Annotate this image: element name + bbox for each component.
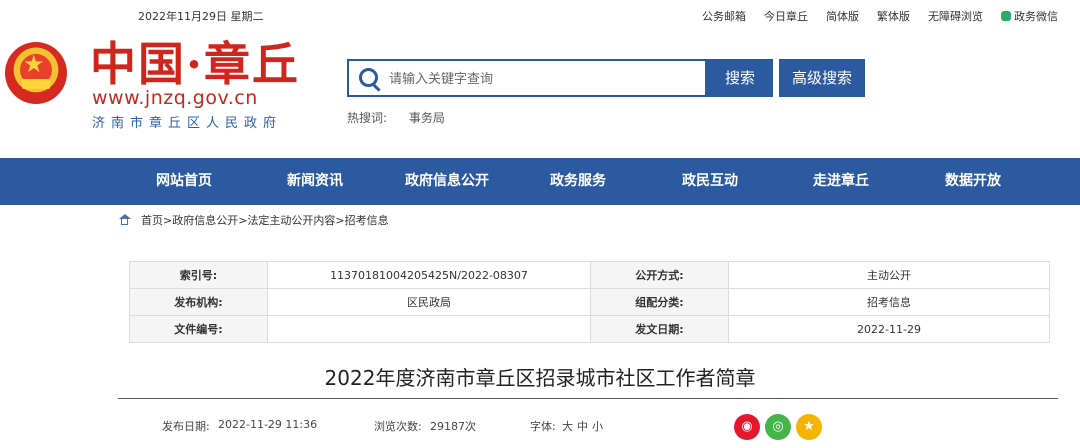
view-count-label: 浏览次数: — [374, 420, 422, 433]
link-mailbox[interactable]: 公务邮箱 — [702, 8, 746, 24]
wechat-label: 政务微信 — [1014, 10, 1058, 23]
hot-search: 热搜词: 事务局 — [347, 109, 445, 126]
link-simplified[interactable]: 简体版 — [826, 8, 859, 24]
font-size-large[interactable]: 大 — [562, 418, 573, 434]
meta-key: 索引号: — [129, 261, 268, 289]
nav-item-news[interactable]: 新闻资讯 — [287, 158, 343, 205]
search-icon — [359, 68, 378, 87]
meta-key: 发文日期: — [590, 315, 729, 343]
nav-item-interaction[interactable]: 政民互动 — [682, 158, 738, 205]
weibo-share-icon[interactable]: ◉ — [734, 414, 760, 440]
font-size-label: 字体: — [530, 420, 556, 433]
current-date: 2022年11月29日 星期二 — [138, 10, 264, 23]
nav-item-open-data[interactable]: 数据开放 — [945, 158, 1001, 205]
meta-value: 主动公开 — [728, 261, 1050, 289]
table-row: 发布机构: 区民政局 组配分类: 招考信息 — [129, 288, 1050, 316]
font-size-small[interactable]: 小 — [592, 418, 603, 434]
hot-search-label: 热搜词: — [347, 111, 388, 125]
breadcrumb-path[interactable]: 首页>政府信息公开>法定主动公开内容>招考信息 — [141, 214, 389, 227]
search-box — [347, 59, 707, 97]
link-traditional[interactable]: 繁体版 — [877, 8, 910, 24]
nav-item-home[interactable]: 网站首页 — [156, 158, 212, 205]
view-count: 29187次 — [430, 420, 476, 433]
meta-value: 11370181004205425N/2022-08307 — [267, 261, 591, 289]
hot-keyword[interactable]: 事务局 — [409, 111, 445, 125]
wechat-share-icon[interactable]: ◎ — [765, 414, 791, 440]
article-title: 2022年度济南市章丘区招录城市社区工作者简章 — [324, 366, 756, 390]
meta-key: 公开方式: — [590, 261, 729, 289]
meta-key: 发布机构: — [129, 288, 268, 316]
link-today-zhangqiu[interactable]: 今日章丘 — [764, 8, 808, 24]
home-icon[interactable] — [118, 214, 131, 225]
nav-item-about[interactable]: 走进章丘 — [813, 158, 869, 205]
publish-date: 2022-11-29 11:36 — [218, 418, 318, 431]
meta-value: 区民政局 — [267, 288, 591, 316]
wechat-icon — [1001, 11, 1011, 21]
search-button[interactable]: 搜索 — [707, 59, 773, 97]
table-row: 文件编号: 发文日期: 2022-11-29 — [129, 315, 1050, 343]
nav-item-services[interactable]: 政务服务 — [550, 158, 606, 205]
search-input[interactable] — [387, 61, 701, 97]
top-links: 公务邮箱 今日章丘 简体版 繁体版 无障碍浏览 政务微信 — [684, 8, 1058, 24]
site-url: www.jnzq.gov.cn — [92, 87, 258, 109]
main-nav: 网站首页 新闻资讯 政府信息公开 政务服务 政民互动 走进章丘 数据开放 — [0, 158, 1080, 205]
national-emblem-icon[interactable]: ★ — [5, 42, 67, 104]
site-subtitle: 济南市章丘区人民政府 — [92, 116, 283, 131]
nav-item-gov-info[interactable]: 政府信息公开 — [405, 158, 489, 205]
link-accessibility[interactable]: 无障碍浏览 — [928, 8, 983, 24]
meta-value — [267, 315, 591, 343]
meta-value: 2022-11-29 — [728, 315, 1050, 343]
favorite-star-icon[interactable]: ★ — [796, 414, 822, 440]
meta-key: 文件编号: — [129, 315, 268, 343]
table-row: 索引号: 11370181004205425N/2022-08307 公开方式:… — [129, 261, 1050, 289]
publish-date-label: 发布日期: — [162, 420, 210, 433]
title-divider — [118, 398, 1058, 399]
top-bar: 2022年11月29日 星期二 公务邮箱 今日章丘 简体版 繁体版 无障碍浏览 … — [0, 0, 1080, 30]
link-wechat[interactable]: 政务微信 — [1001, 8, 1058, 24]
advanced-search-button[interactable]: 高级搜索 — [779, 59, 865, 97]
site-logo-title[interactable]: 中国·章丘 — [90, 38, 300, 90]
breadcrumb: 首页>政府信息公开>法定主动公开内容>招考信息 — [118, 212, 389, 228]
document-meta-table: 索引号: 11370181004205425N/2022-08307 公开方式:… — [129, 261, 1050, 343]
font-size-medium[interactable]: 中 — [577, 418, 588, 434]
meta-value: 招考信息 — [728, 288, 1050, 316]
meta-key: 组配分类: — [590, 288, 729, 316]
site-header: ★ 中国·章丘 www.jnzq.gov.cn 济南市章丘区人民政府 搜索 高级… — [0, 30, 1080, 158]
